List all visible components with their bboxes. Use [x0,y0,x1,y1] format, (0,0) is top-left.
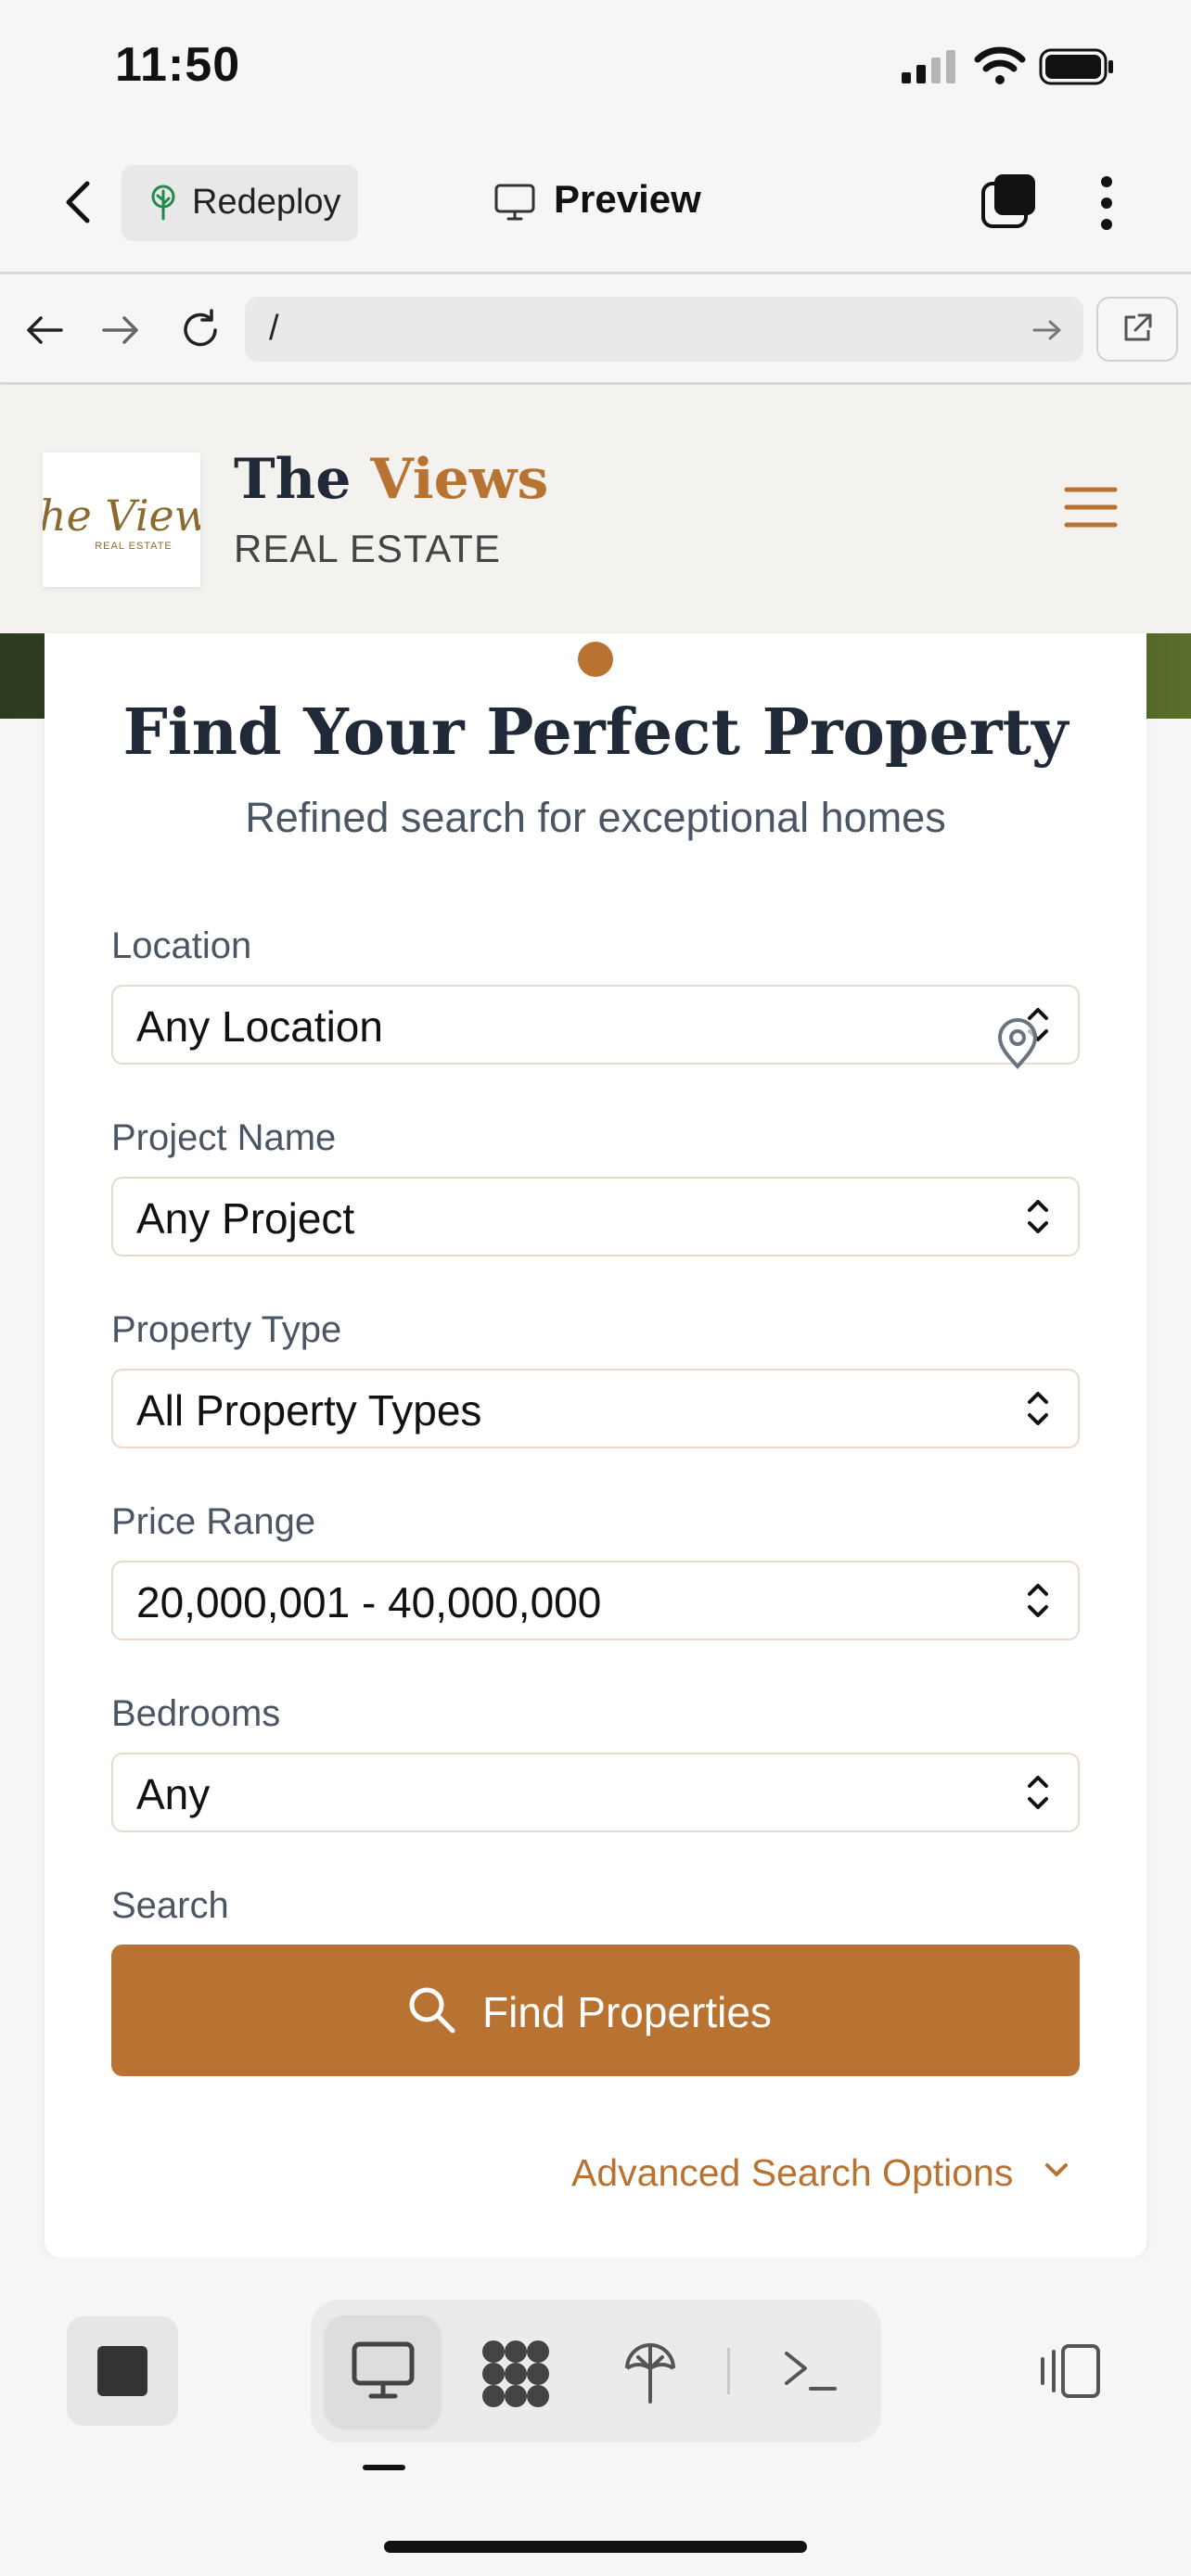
chevron-up-down-icon [1028,1200,1048,1233]
project-label: Project Name [111,1117,337,1158]
map-pin-icon [997,1018,1038,1069]
active-tab-indicator [363,2465,405,2470]
arrow-left-icon[interactable] [24,312,65,349]
toolbar-divider [727,2348,730,2394]
arrow-right-icon[interactable] [100,312,141,349]
location-label: Location [111,925,252,966]
go-arrow-icon[interactable] [1031,317,1063,343]
project-value: Any Project [136,1194,355,1243]
chevron-up-down-icon [1028,1776,1048,1809]
price-range-value: 20,000,001 - 40,000,000 [136,1578,602,1626]
url-input[interactable] [245,297,1083,362]
reload-icon[interactable] [178,308,223,352]
property-type-label: Property Type [111,1309,342,1350]
grid-apps-icon[interactable] [480,2339,551,2409]
more-vertical-icon[interactable] [1095,172,1119,234]
logo[interactable]: The Views REAL ESTATE [10,453,233,587]
hamburger-icon[interactable] [1063,482,1119,532]
chevron-left-icon[interactable] [54,174,104,230]
tree-icon [151,185,175,221]
bedrooms-value: Any [136,1770,211,1818]
panels-icon[interactable] [1035,2340,1102,2402]
battery-icon [1039,48,1113,85]
tabs-icon[interactable] [980,171,1039,232]
deploy-icon[interactable] [621,2337,679,2405]
search-title: Find Your Perfect Property [122,695,1069,770]
bedrooms-select[interactable] [111,1753,1080,1832]
monitor-icon [352,2341,415,2399]
search-icon [409,1987,455,2034]
bedrooms-label: Bedrooms [111,1693,281,1734]
chevron-down-icon [1045,2163,1068,2176]
url-text: / [269,309,279,348]
signal-icon [902,50,955,83]
chevron-up-down-icon [1028,1392,1048,1425]
price-range-label: Price Range [111,1501,316,1542]
wifi-icon [974,46,1026,84]
advanced-search-toggle[interactable]: Advanced Search Options [571,2151,1013,2195]
search-subtitle: Refined search for exceptional homes [245,794,946,841]
stop-icon [97,2346,147,2396]
monitor-icon [494,184,535,221]
logo-subtext: REAL ESTATE [95,541,173,552]
accent-dot [578,642,613,677]
chevron-up-down-icon [1028,1584,1048,1617]
external-link-icon [1124,313,1152,341]
status-time: 11:50 [115,38,241,92]
home-indicator [384,2541,807,2553]
brand-subtitle: REAL ESTATE [234,527,501,570]
location-value: Any Location [136,1002,383,1051]
logo-text: The Views [43,491,200,541]
search-label: Search [111,1885,229,1926]
find-properties-label: Find Properties [482,1988,772,2036]
preview-tab-label[interactable]: Preview [554,177,701,222]
brand-title: The Views [234,447,549,512]
terminal-icon[interactable] [781,2346,839,2396]
property-type-value: All Property Types [136,1386,482,1435]
redeploy-label: Redeploy [192,183,341,222]
